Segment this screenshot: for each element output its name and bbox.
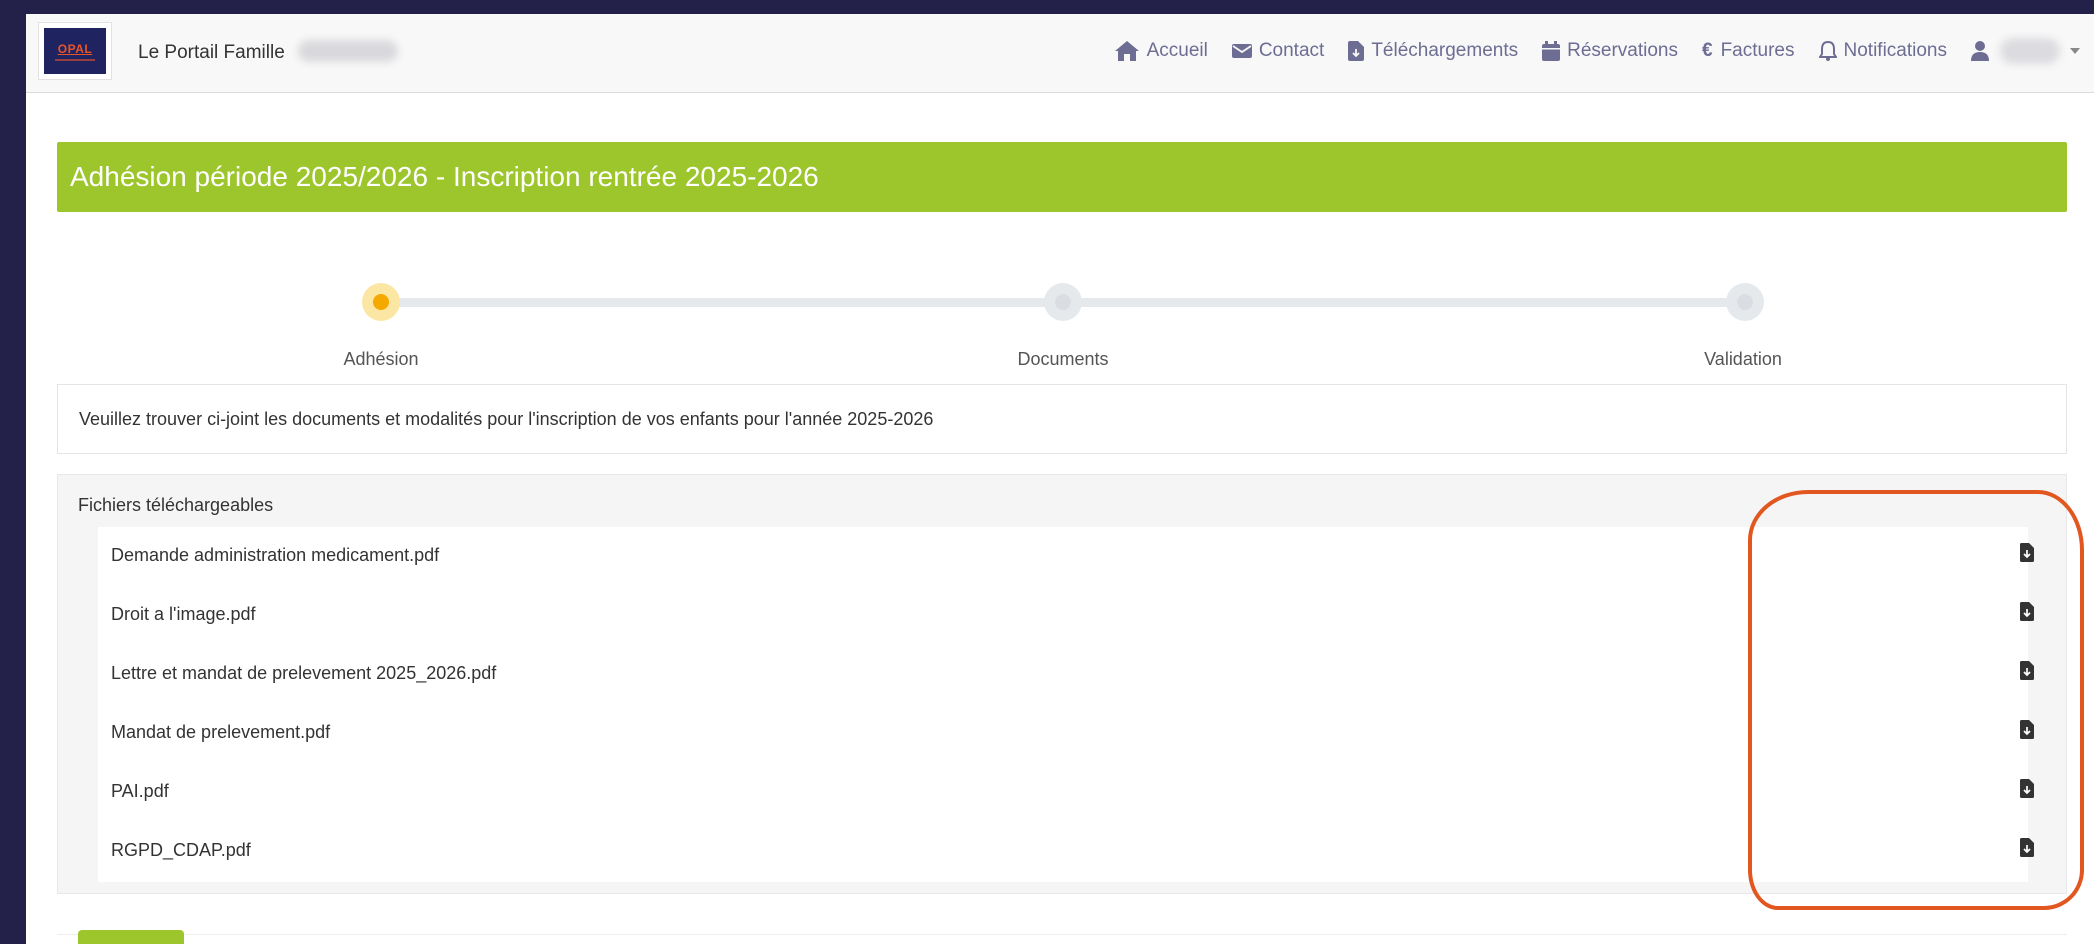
euro-icon: €: [1702, 40, 1713, 61]
nav-item-factures[interactable]: € Factures: [1702, 40, 1795, 62]
next-button[interactable]: [78, 930, 184, 944]
files-panel-title: Fichiers téléchargeables: [78, 495, 274, 515]
step-dot-adhesion: [362, 283, 400, 321]
redacted-user-name: [2000, 38, 2060, 64]
nav-label-notifications: Notifications: [1843, 40, 1948, 61]
info-text: Veuillez trouver ci-joint les documents …: [79, 409, 934, 429]
nav-label-contact: Contact: [1258, 40, 1325, 61]
file-row[interactable]: Lettre et mandat de prelevement 2025_202…: [98, 645, 2034, 704]
step-label-adhesion: Adhésion: [343, 349, 419, 369]
logo-text: OPAL: [57, 41, 93, 56]
nav-label-accueil: Accueil: [1146, 40, 1208, 61]
step-label-validation: Validation: [1704, 349, 1782, 369]
step-dot-documents: [1044, 283, 1082, 321]
file-name[interactable]: Mandat de prelevement.pdf: [111, 722, 330, 743]
nav-item-notifications[interactable]: Notifications: [1818, 40, 1948, 62]
files-list: Demande administration medicament.pdf Dr…: [98, 527, 2034, 882]
step-dot-active-center: [373, 294, 389, 310]
home-icon: [1114, 41, 1139, 61]
nav-item-reservations[interactable]: Réservations: [1542, 40, 1678, 62]
nav-label-factures: Factures: [1720, 40, 1795, 61]
file-row[interactable]: Mandat de prelevement.pdf: [98, 704, 2034, 763]
brand-name[interactable]: Le Portail Famille: [138, 42, 285, 64]
nav-label-telechargements: Téléchargements: [1371, 40, 1519, 61]
file-row[interactable]: Droit a l'image.pdf: [98, 586, 2034, 645]
step-dot-validation: [1726, 283, 1764, 321]
envelope-icon: [1231, 44, 1252, 58]
page-title-banner: Adhésion période 2025/2026 - Inscription…: [57, 142, 2067, 212]
top-navbar: OPAL Le Portail Famille Accueil Contact …: [26, 14, 2094, 93]
logo[interactable]: OPAL: [38, 22, 112, 80]
step-dot-inactive-center: [1055, 294, 1071, 310]
logo-badge: OPAL: [44, 28, 106, 74]
highlight-annotation-oval: [1748, 490, 2084, 910]
chevron-down-icon: [2070, 48, 2080, 54]
info-message: Veuillez trouver ci-joint les documents …: [57, 384, 2067, 454]
file-row[interactable]: PAI.pdf: [98, 763, 2034, 822]
file-download-icon: [1348, 41, 1365, 61]
logo-underline: [55, 58, 95, 61]
page-title: Adhésion période 2025/2026 - Inscription…: [70, 161, 819, 192]
file-name[interactable]: PAI.pdf: [111, 781, 169, 802]
step-dot-inactive-center: [1737, 294, 1753, 310]
file-row[interactable]: RGPD_CDAP.pdf: [98, 822, 2034, 881]
step-label-documents: Documents: [1017, 349, 1109, 369]
footer-divider: [57, 934, 2067, 935]
file-name[interactable]: RGPD_CDAP.pdf: [111, 840, 251, 861]
nav-label-reservations: Réservations: [1567, 40, 1678, 61]
user-icon: [1971, 41, 1989, 61]
nav-item-telechargements[interactable]: Téléchargements: [1348, 40, 1518, 62]
file-name[interactable]: Lettre et mandat de prelevement 2025_202…: [111, 663, 496, 684]
file-name[interactable]: Demande administration medicament.pdf: [111, 545, 439, 566]
file-name[interactable]: Droit a l'image.pdf: [111, 604, 256, 625]
nav-item-contact[interactable]: Contact: [1231, 40, 1325, 62]
main-nav: Accueil Contact Téléchargements Réservat…: [1090, 38, 2080, 64]
user-menu[interactable]: [1971, 38, 2080, 64]
bell-icon: [1818, 41, 1837, 61]
file-row[interactable]: Demande administration medicament.pdf: [98, 527, 2034, 586]
calendar-icon: [1542, 41, 1561, 61]
nav-item-accueil[interactable]: Accueil: [1114, 40, 1208, 62]
redacted-brand-suffix: [298, 40, 398, 62]
